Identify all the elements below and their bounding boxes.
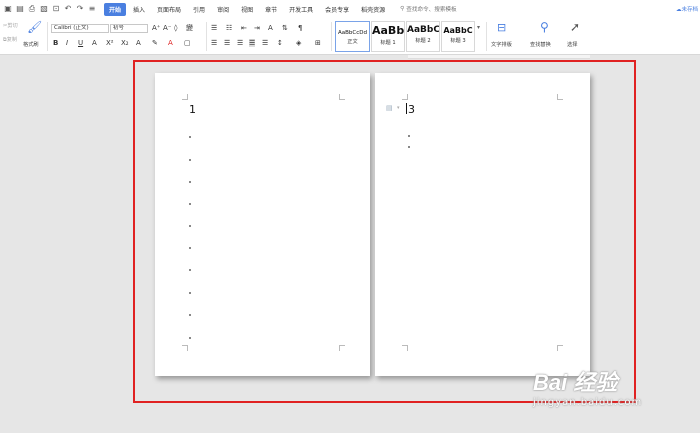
char-border-icon[interactable]: ▢	[184, 39, 191, 47]
redo-icon[interactable]: ↷	[76, 5, 84, 13]
tab-developer[interactable]: 开发工具	[284, 3, 318, 16]
numbered-list-icon[interactable]: ☷	[226, 24, 232, 32]
save-status[interactable]: ☁未存档	[676, 5, 698, 13]
line-spacing-icon[interactable]: ↕	[277, 39, 283, 47]
search-icon: ⚲	[400, 6, 405, 12]
horizontal-ruler[interactable]	[408, 55, 590, 59]
font-color-icon[interactable]: A	[168, 39, 173, 47]
strikethrough-icon[interactable]: A	[92, 39, 97, 47]
style-normal-sample: AaBbCcDd	[338, 30, 367, 36]
tab-insert[interactable]: 插入	[128, 3, 150, 16]
quick-access-toolbar: ▣ ▤ ⎙ ▧ ⊡ ↶ ↷ ≡	[0, 5, 96, 13]
distributed-icon[interactable]: ☰	[262, 39, 268, 47]
decrease-indent-icon[interactable]: ⇤	[241, 24, 247, 32]
style-normal[interactable]: AaBbCcDd 正文	[335, 21, 370, 52]
borders-icon[interactable]: ⊞	[315, 39, 321, 47]
tab-home[interactable]: 开始	[104, 2, 127, 16]
grow-font-icon[interactable]: A⁺	[152, 24, 160, 32]
style-normal-label: 正文	[347, 39, 358, 45]
tab-references[interactable]: 引用	[188, 3, 210, 16]
subscript-icon[interactable]: X₂	[121, 39, 129, 47]
align-right-icon[interactable]: ☰	[237, 39, 243, 47]
shrink-font-icon[interactable]: A⁻	[163, 24, 171, 32]
text-effect-icon[interactable]: A	[136, 39, 141, 47]
text-layout-icon[interactable]: ⊟	[497, 21, 506, 34]
style-heading2[interactable]: AaBbC 标题 2	[406, 21, 440, 52]
save-status-label: 未存档	[681, 7, 698, 13]
ribbon-home: ✂剪切 ⧉复制 🖌 格式刷 Calibri (正文) 初号 A⁺ A⁻ ◊ 變 …	[0, 18, 700, 55]
tab-view[interactable]: 视图	[236, 3, 258, 16]
increase-indent-icon[interactable]: ⇥	[254, 24, 260, 32]
format-painter-icon[interactable]: 🖌	[27, 20, 42, 34]
phonetic-icon[interactable]: 變	[186, 24, 193, 32]
styles-more-icon[interactable]: ▾	[477, 24, 480, 31]
title-bar: ▣ ▤ ⎙ ▧ ⊡ ↶ ↷ ≡ 开始 插入 页面布局 引用 审阅 视图 章节 开…	[0, 0, 700, 18]
style-heading1-label: 标题 1	[380, 40, 396, 46]
find-replace-button[interactable]: 查找替换	[530, 41, 551, 48]
italic-icon[interactable]: I	[66, 39, 68, 47]
style-heading2-label: 标题 2	[415, 38, 431, 44]
style-heading1-sample: AaBb	[372, 24, 404, 37]
customize-icon[interactable]: ≡	[88, 5, 96, 13]
export-icon[interactable]: ⊡	[52, 5, 60, 13]
copy-button[interactable]: ⧉复制	[3, 36, 17, 44]
show-marks-icon[interactable]: ¶	[298, 24, 302, 32]
chinese-layout-icon[interactable]: A	[268, 24, 273, 32]
undo-icon[interactable]: ↶	[64, 5, 72, 13]
align-center-icon[interactable]: ☰	[224, 39, 230, 47]
clear-format-icon[interactable]: ◊	[174, 24, 177, 32]
find-replace-icon[interactable]: ⚲	[540, 20, 549, 34]
bullet-list-icon[interactable]: ☰	[211, 24, 217, 32]
align-left-icon[interactable]: ☰	[211, 39, 217, 47]
style-heading2-sample: AaBbC	[407, 25, 439, 35]
style-heading3-label: 标题 3	[450, 38, 466, 44]
tab-member[interactable]: 会员专享	[320, 3, 354, 16]
copy-label: 复制	[6, 37, 18, 43]
text-layout-button[interactable]: 文字排版	[491, 41, 512, 48]
highlight-icon[interactable]: ✎	[152, 39, 158, 47]
open-icon[interactable]: ▤	[16, 5, 24, 13]
print-preview-icon[interactable]: ▧	[40, 5, 48, 13]
command-search[interactable]: ⚲ 查找命令、搜索模板	[400, 5, 456, 13]
watermark-logo: Bai 经验 jingyan.baidu.com	[533, 365, 642, 408]
shading-icon[interactable]: ◈	[296, 39, 301, 47]
save-icon[interactable]: ▣	[4, 5, 12, 13]
bold-icon[interactable]: B	[53, 39, 58, 47]
highlight-box	[133, 60, 636, 403]
watermark-url: jingyan.baidu.com	[533, 397, 643, 408]
tab-page-layout[interactable]: 页面布局	[152, 3, 186, 16]
ribbon-tabs: 开始 插入 页面布局 引用 审阅 视图 章节 开发工具 会员专享 稻壳资源	[104, 2, 390, 16]
font-size-select[interactable]: 初号	[110, 24, 148, 33]
sort-icon[interactable]: ⇅	[282, 24, 288, 32]
format-painter-label[interactable]: 格式刷	[23, 41, 39, 48]
watermark-brand: Bai 经验	[533, 370, 618, 395]
cut-button[interactable]: ✂剪切	[3, 22, 18, 29]
style-heading3-sample: AaBbC	[443, 26, 473, 35]
search-input[interactable]: 查找命令、搜索模板	[406, 5, 456, 13]
select-pointer-icon[interactable]: ➚	[570, 20, 580, 34]
select-button[interactable]: 选择	[567, 41, 577, 48]
style-heading3[interactable]: AaBbC 标题 3	[441, 21, 475, 52]
style-heading1[interactable]: AaBb 标题 1	[371, 21, 405, 52]
tab-review[interactable]: 审阅	[212, 3, 234, 16]
tab-chapter[interactable]: 章节	[260, 3, 282, 16]
superscript-icon[interactable]: X²	[106, 39, 114, 47]
justify-icon[interactable]: ☰	[249, 39, 256, 47]
underline-icon[interactable]: U	[78, 39, 83, 47]
font-name-select[interactable]: Calibri (正文)	[51, 24, 109, 33]
print-icon[interactable]: ⎙	[28, 5, 36, 13]
tab-docer[interactable]: 稻壳资源	[356, 3, 390, 16]
cut-label: 剪切	[7, 23, 18, 29]
